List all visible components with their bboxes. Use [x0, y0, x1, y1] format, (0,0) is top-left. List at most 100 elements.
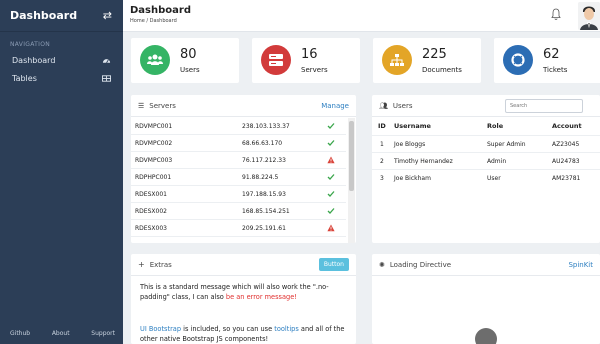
plus-icon: +: [138, 260, 145, 269]
warning-icon: [327, 156, 335, 164]
stat-label: Servers: [301, 66, 328, 74]
sidebar-item-dashboard[interactable]: Dashboard: [0, 51, 123, 69]
extras-panel: + Extras Button This is a standard messa…: [131, 254, 356, 344]
user-account: AZ23045: [552, 141, 580, 148]
table-row: RDVMPC001 238.103.133.37: [131, 118, 346, 135]
user-username: Timothy Hernandez: [394, 158, 453, 165]
users-panel: 👥︎ Users ID Username Role Account 1 Joe …: [372, 95, 600, 243]
server-name: RDESX001: [135, 190, 167, 198]
users-title: Users: [392, 101, 413, 110]
toggle-sidebar-icon[interactable]: ⇄: [103, 9, 112, 22]
check-icon: [327, 140, 335, 146]
check-icon: [327, 174, 335, 180]
server-ip: 238.103.133.37: [242, 122, 290, 130]
sidebar-footer: Github About Support: [0, 322, 123, 344]
breadcrumb[interactable]: Home / Dashboard: [130, 18, 177, 24]
stat-value: 62: [543, 47, 560, 62]
servers-panel-header: ☰ Servers Manage: [131, 95, 356, 117]
table-row: RDVMPC002 68.66.63.170: [131, 135, 346, 152]
warning-icon: [327, 224, 335, 232]
stat-card-users: 80 Users: [131, 38, 239, 83]
loading-panel: ✺ Loading Directive SpinKit: [372, 254, 600, 344]
loading-panel-header: ✺ Loading Directive SpinKit: [372, 254, 600, 276]
table-row[interactable]: 3 Joe Bickham User AM23781: [372, 169, 600, 186]
servers-scrollbar[interactable]: [348, 118, 355, 243]
footer-link-support[interactable]: Support: [91, 330, 115, 337]
search-input[interactable]: [505, 98, 583, 113]
user-id: 3: [380, 175, 384, 182]
table-row: RDVMPC003 76.117.212.33: [131, 152, 346, 169]
error-message-text: be an error message!: [225, 293, 297, 301]
tooltips-link[interactable]: tooltips: [274, 325, 299, 333]
column-header-role: Role: [487, 121, 504, 130]
stat-card-servers: 16 Servers: [252, 38, 360, 83]
table-row: RDPHPC001 91.88.224.5: [131, 169, 346, 186]
table-row: RDESX001 197.188.15.93: [131, 186, 346, 203]
server-name: RDVMPC003: [135, 156, 173, 164]
user-role: Super Admin: [487, 141, 526, 148]
user-role: User: [487, 175, 501, 182]
stat-card-documents: 225 Documents: [373, 38, 481, 83]
extras-button[interactable]: Button: [318, 258, 349, 271]
footer-link-github[interactable]: Github: [10, 330, 30, 337]
users-icon: [140, 45, 170, 75]
extras-bootstrap-note: UI Bootstrap is included, so you can use…: [140, 324, 350, 344]
note-text: is included, so you can use: [183, 325, 273, 333]
table-row[interactable]: 1 Joe Bloggs Super Admin AZ23045: [372, 135, 600, 152]
manage-link[interactable]: Manage: [321, 102, 349, 110]
server-name: RDVMPC002: [135, 139, 173, 147]
user-username: Joe Bloggs: [394, 141, 426, 148]
bell-icon[interactable]: [551, 8, 561, 20]
sidebar-item-tables[interactable]: Tables: [0, 69, 123, 87]
table-row: RDESX003 209.25.191.61: [131, 220, 346, 237]
server-ip: 209.25.191.61: [242, 224, 286, 232]
ui-bootstrap-link[interactable]: UI Bootstrap: [140, 325, 181, 333]
loading-title: Loading Directive: [389, 260, 452, 269]
sidebar-item-label: Dashboard: [12, 55, 56, 65]
nav-label: NAVIGATION: [10, 41, 51, 48]
column-header-account: Account: [552, 121, 582, 130]
spinner-icon: ✺: [379, 260, 385, 269]
page-title: Dashboard: [130, 5, 191, 16]
user-account: AM23781: [552, 175, 581, 182]
column-header-id: ID: [378, 121, 386, 130]
users-panel-header: 👥︎ Users: [372, 95, 600, 117]
server-name: RDESX002: [135, 207, 167, 215]
user-username: Joe Bickham: [394, 175, 431, 182]
sidebar-header: Dashboard ⇄: [0, 0, 123, 32]
loading-spinner: [475, 328, 497, 344]
check-icon: [327, 208, 335, 214]
sidebar-title: Dashboard: [10, 9, 78, 22]
life-ring-icon: [503, 45, 533, 75]
user-id: 2: [380, 158, 384, 165]
stat-card-tickets: 62 Tickets: [494, 38, 600, 83]
check-icon: [327, 191, 335, 197]
servers-table[interactable]: RDVMPC001 238.103.133.37 RDVMPC002 68.66…: [131, 118, 346, 243]
footer-link-about[interactable]: About: [52, 330, 70, 337]
list-icon: ☰: [138, 101, 145, 110]
extras-title: Extras: [149, 260, 172, 269]
scrollbar-thumb[interactable]: [349, 121, 354, 191]
server-ip: 91.88.224.5: [242, 173, 279, 181]
extras-panel-header: + Extras Button: [131, 254, 356, 276]
check-icon: [327, 123, 335, 129]
column-header-username: Username: [394, 121, 431, 130]
server-name: RDVMPC001: [135, 122, 173, 130]
user-account: AU24783: [552, 158, 580, 165]
sidebar-item-label: Tables: [12, 73, 37, 83]
spinkit-link[interactable]: SpinKit: [568, 261, 593, 269]
stat-label: Documents: [422, 66, 462, 74]
extras-message: This is a standard message which will al…: [140, 282, 350, 302]
stat-label: Users: [180, 66, 200, 74]
stat-value: 225: [422, 47, 447, 62]
user-role: Admin: [487, 158, 507, 165]
table-row: RDESX002 168.85.154.251: [131, 203, 346, 220]
table-row[interactable]: 2 Timothy Hernandez Admin AU24783: [372, 152, 600, 169]
avatar[interactable]: [578, 2, 600, 30]
server-ip: 76.117.212.33: [242, 156, 286, 164]
server-ip: 197.188.15.93: [242, 190, 286, 198]
table-icon: [102, 74, 111, 82]
speedometer-icon: [102, 58, 111, 63]
top-header: Dashboard Home / Dashboard: [123, 0, 600, 32]
sitemap-icon: [382, 45, 412, 75]
